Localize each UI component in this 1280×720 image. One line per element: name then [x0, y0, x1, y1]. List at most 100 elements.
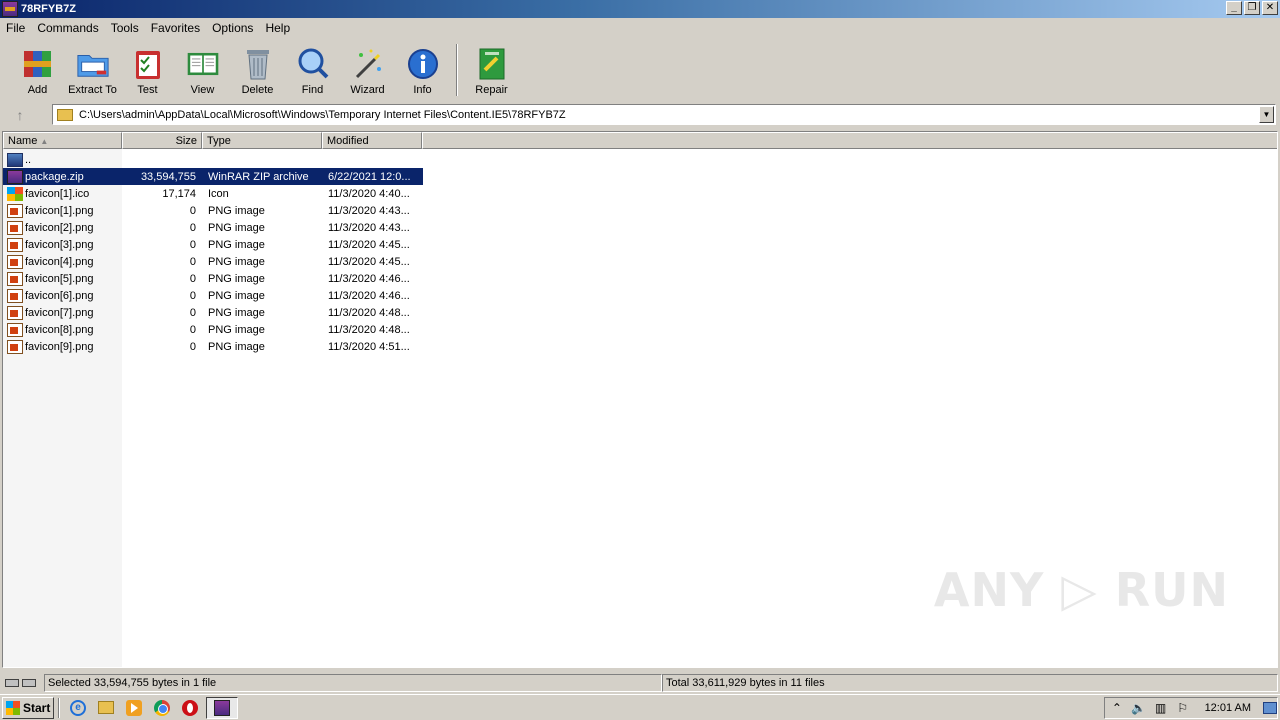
find-label: Find: [301, 84, 324, 96]
taskbar-separator: [58, 697, 60, 718]
file-list[interactable]: Name ▲ Size Type Modified .. package.zip 3…: [2, 131, 1278, 668]
extract-to-button[interactable]: Extract To: [65, 40, 120, 98]
file-modified-cell: 11/3/2020 4:48...: [328, 306, 410, 319]
column-type-header[interactable]: Type: [202, 132, 322, 149]
address-bar: ↑ C:\Users\admin\AppData\Local\Microsoft…: [0, 102, 1280, 128]
start-button[interactable]: Start: [2, 696, 54, 719]
png-file-icon: [7, 305, 23, 320]
menu-favorites[interactable]: Favorites: [145, 21, 206, 35]
file-name-cell: favicon[4].png: [3, 254, 122, 269]
opera-launch-button[interactable]: [176, 697, 204, 719]
delete-button[interactable]: Delete: [230, 40, 285, 98]
table-row[interactable]: favicon[4].png 0 PNG image 11/3/2020 4:45..…: [3, 253, 423, 270]
address-dropdown-button[interactable]: ▼: [1259, 106, 1274, 123]
menu-commands[interactable]: Commands: [31, 21, 104, 35]
table-row[interactable]: favicon[8].png 0 PNG image 11/3/2020 4:48..…: [3, 321, 423, 338]
file-size-cell: 0: [189, 221, 196, 234]
file-name-cell: favicon[1].png: [3, 203, 122, 218]
show-hidden-icons-icon[interactable]: ⌃: [1109, 701, 1125, 715]
table-row[interactable]: ..: [3, 151, 423, 168]
file-type-cell: PNG image: [208, 255, 265, 268]
info-button[interactable]: Info: [395, 40, 450, 98]
find-button[interactable]: Find: [285, 40, 340, 98]
file-size-cell: 0: [189, 204, 196, 217]
menu-file[interactable]: File: [0, 21, 31, 35]
file-name-cell: favicon[8].png: [3, 322, 122, 337]
column-filler: [422, 132, 1277, 149]
system-tray: ⌃ 🔈 ▥ ⚐ 12:01 AM: [1104, 697, 1278, 719]
table-row[interactable]: favicon[2].png 0 PNG image 11/3/2020 4:43..…: [3, 219, 423, 236]
address-field[interactable]: C:\Users\admin\AppData\Local\Microsoft\W…: [52, 104, 1276, 125]
file-modified-cell: 11/3/2020 4:46...: [328, 289, 410, 302]
folder-icon: [57, 108, 73, 121]
magnifier-icon: [296, 46, 330, 82]
table-row[interactable]: favicon[7].png 0 PNG image 11/3/2020 4:48..…: [3, 304, 423, 321]
up-arrow-icon: ↑: [16, 107, 24, 123]
action-center-flag-icon[interactable]: ⚐: [1175, 701, 1191, 715]
column-size-header[interactable]: Size: [122, 132, 202, 149]
network-icon[interactable]: ▥: [1153, 701, 1169, 715]
menu-help[interactable]: Help: [259, 21, 296, 35]
winrar-task-button[interactable]: [206, 696, 238, 719]
ie-launch-button[interactable]: e: [64, 697, 92, 719]
explorer-launch-button[interactable]: [92, 697, 120, 719]
table-row[interactable]: favicon[6].png 0 PNG image 11/3/2020 4:46..…: [3, 287, 423, 304]
png-file-icon: [7, 288, 23, 303]
table-row[interactable]: favicon[9].png 0 PNG image 11/3/2020 4:51..…: [3, 338, 423, 355]
key-icon[interactable]: [22, 679, 36, 687]
file-size-cell: 0: [189, 289, 196, 302]
file-name: favicon[8].png: [25, 323, 94, 336]
table-row[interactable]: package.zip 33,594,755 WinRAR ZIP archive 6…: [3, 168, 423, 185]
test-button[interactable]: Test: [120, 40, 175, 98]
file-name-cell: favicon[5].png: [3, 271, 122, 286]
show-desktop-icon[interactable]: [1263, 702, 1277, 714]
file-type-cell: Icon: [208, 187, 229, 200]
table-row[interactable]: favicon[1].ico 17,174 Icon 11/3/2020 4:40..…: [3, 185, 423, 202]
winrar-app-icon[interactable]: [2, 1, 18, 17]
file-modified-cell: 11/3/2020 4:43...: [328, 221, 410, 234]
file-modified-cell: 6/22/2021 12:0...: [328, 170, 411, 183]
file-modified-cell: 11/3/2020 4:40...: [328, 187, 410, 200]
file-type-cell: WinRAR ZIP archive: [208, 170, 309, 183]
delete-label: Delete: [241, 84, 274, 96]
table-row[interactable]: favicon[1].png 0 PNG image 11/3/2020 4:43..…: [3, 202, 423, 219]
file-name: favicon[1].ico: [25, 187, 90, 200]
up-arrow-button[interactable]: ↑: [0, 103, 40, 127]
add-button[interactable]: Add: [10, 40, 65, 98]
minimize-button[interactable]: _: [1226, 1, 1242, 15]
add-label: Add: [27, 84, 48, 96]
volume-icon[interactable]: 🔈: [1131, 701, 1147, 715]
media-player-launch-button[interactable]: [120, 697, 148, 719]
clock[interactable]: 12:01 AM: [1205, 702, 1251, 714]
table-row[interactable]: favicon[3].png 0 PNG image 11/3/2020 4:45..…: [3, 236, 423, 253]
file-rows: .. package.zip 33,594,755 WinRAR ZIP archiv…: [3, 151, 423, 355]
status-selected: Selected 33,594,755 bytes in 1 file: [44, 674, 662, 692]
menu-options[interactable]: Options: [206, 21, 259, 35]
png-file-icon: [7, 203, 23, 218]
window-title: 78RFYB7Z: [21, 3, 77, 15]
file-name-cell: favicon[7].png: [3, 305, 122, 320]
column-name-header[interactable]: Name ▲: [3, 132, 122, 149]
table-row[interactable]: favicon[5].png 0 PNG image 11/3/2020 4:46..…: [3, 270, 423, 287]
view-book-icon: [186, 46, 220, 82]
png-file-icon: [7, 220, 23, 235]
file-name: favicon[4].png: [25, 255, 94, 268]
repair-button[interactable]: Repair: [464, 40, 519, 98]
up-folder-icon: [7, 152, 23, 167]
restore-button[interactable]: ❐: [1244, 1, 1260, 15]
chrome-launch-button[interactable]: [148, 697, 176, 719]
close-button[interactable]: ✕: [1262, 1, 1278, 15]
column-modified-header[interactable]: Modified: [322, 132, 422, 149]
view-button[interactable]: View: [175, 40, 230, 98]
file-name: favicon[3].png: [25, 238, 94, 251]
file-modified-cell: 11/3/2020 4:48...: [328, 323, 410, 336]
menu-tools[interactable]: Tools: [105, 21, 145, 35]
file-modified-cell: 11/3/2020 4:45...: [328, 255, 410, 268]
wizard-button[interactable]: Wizard: [340, 40, 395, 98]
file-type-cell: PNG image: [208, 340, 265, 353]
status-icons: [2, 675, 44, 691]
extract-to-label: Extract To: [68, 84, 117, 96]
file-name: ..: [25, 153, 32, 166]
file-name: package.zip: [25, 170, 84, 183]
drive-icon[interactable]: [5, 679, 19, 687]
